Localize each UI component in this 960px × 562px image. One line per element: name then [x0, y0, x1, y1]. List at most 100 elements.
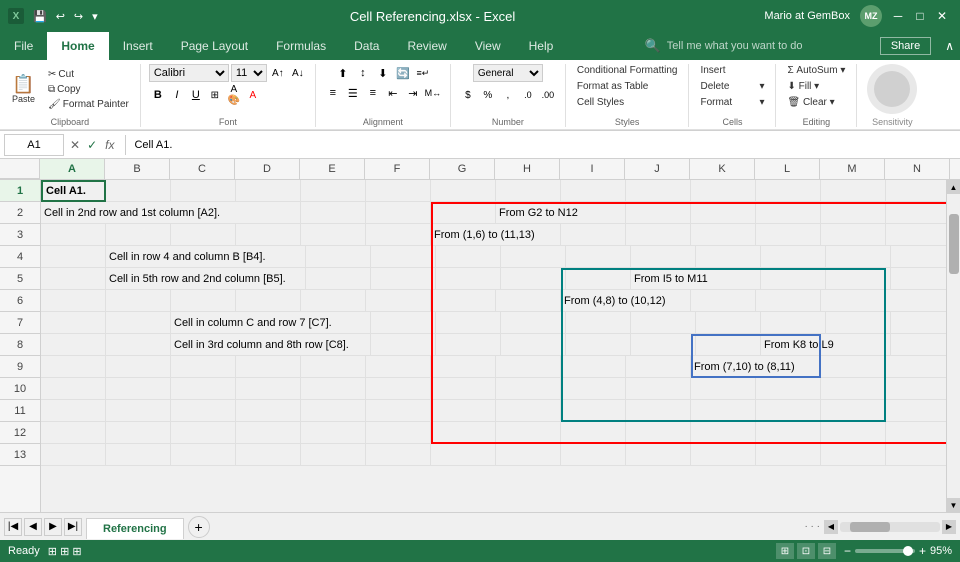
- cell-styles-btn[interactable]: Cell Styles: [574, 96, 627, 109]
- cell-E13[interactable]: [301, 444, 366, 466]
- cell-N3[interactable]: [886, 224, 946, 246]
- cell-M13[interactable]: [821, 444, 886, 466]
- format-painter-button[interactable]: 🖌 Format Painter: [45, 98, 132, 111]
- row-num-8[interactable]: 8: [0, 334, 40, 356]
- cell-B8[interactable]: [106, 334, 171, 356]
- col-header-G[interactable]: G: [430, 159, 495, 179]
- col-header-E[interactable]: E: [300, 159, 365, 179]
- cell-I5[interactable]: From I5 to M11: [631, 268, 761, 290]
- cell-J2[interactable]: [691, 202, 756, 224]
- cell-J1[interactable]: [626, 180, 691, 202]
- share-btn[interactable]: Share: [880, 37, 931, 55]
- row-num-2[interactable]: 2: [0, 202, 40, 224]
- undo-qat-btn[interactable]: ↩: [53, 8, 68, 25]
- cell-M11[interactable]: [821, 400, 886, 422]
- borders-btn[interactable]: ⊞: [206, 86, 224, 104]
- cell-E8[interactable]: [371, 334, 436, 356]
- cell-E10[interactable]: [301, 378, 366, 400]
- percent-btn[interactable]: %: [479, 86, 497, 104]
- h-scroll-right-btn[interactable]: ▶: [942, 520, 956, 534]
- cell-D3[interactable]: [236, 224, 301, 246]
- cell-G2[interactable]: From G2 to N12: [496, 202, 626, 224]
- tab-page-layout[interactable]: Page Layout: [167, 32, 262, 60]
- cell-I8[interactable]: [631, 334, 696, 356]
- zoom-in-btn[interactable]: +: [919, 544, 926, 558]
- cell-L4[interactable]: [826, 246, 891, 268]
- qat-dropdown-btn[interactable]: ▾: [89, 8, 101, 25]
- fill-btn[interactable]: ⬇ Fill ▾: [784, 80, 822, 93]
- cell-F13[interactable]: [366, 444, 431, 466]
- cell-C8[interactable]: Cell in 3rd column and 8th row [C8].: [171, 334, 371, 356]
- cell-M1[interactable]: [821, 180, 886, 202]
- increase-font-btn[interactable]: A↑: [269, 64, 287, 82]
- increase-decimal-btn[interactable]: .00: [539, 86, 557, 104]
- cell-K4[interactable]: [761, 246, 826, 268]
- cell-G5[interactable]: [501, 268, 566, 290]
- cell-I3[interactable]: [561, 224, 626, 246]
- cell-H4[interactable]: [566, 246, 631, 268]
- zoom-out-btn[interactable]: −: [844, 544, 851, 558]
- page-break-view-btn[interactable]: ⊟: [818, 543, 836, 559]
- cell-F10[interactable]: [366, 378, 431, 400]
- cell-G9[interactable]: [431, 356, 496, 378]
- cell-H5[interactable]: [566, 268, 631, 290]
- tab-formulas[interactable]: Formulas: [262, 32, 340, 60]
- tab-insert[interactable]: Insert: [109, 32, 167, 60]
- cell-G6[interactable]: [431, 290, 496, 312]
- row-num-5[interactable]: 5: [0, 268, 40, 290]
- cell-B9[interactable]: [106, 356, 171, 378]
- cell-L6[interactable]: [756, 290, 821, 312]
- cell-G12[interactable]: [431, 422, 496, 444]
- tab-review[interactable]: Review: [393, 32, 460, 60]
- cell-C9[interactable]: [171, 356, 236, 378]
- cell-N13[interactable]: [886, 444, 946, 466]
- cell-B6[interactable]: [106, 290, 171, 312]
- cell-H11[interactable]: [496, 400, 561, 422]
- h-scroll-track[interactable]: [840, 522, 940, 532]
- cell-E7[interactable]: [371, 312, 436, 334]
- col-header-M[interactable]: M: [820, 159, 885, 179]
- normal-view-btn[interactable]: ⊞: [776, 543, 794, 559]
- col-header-L[interactable]: L: [755, 159, 820, 179]
- cell-J11[interactable]: [626, 400, 691, 422]
- ribbon-collapse-btn[interactable]: ∧: [939, 32, 960, 60]
- cell-B4[interactable]: Cell in row 4 and column B [B4].: [106, 246, 306, 268]
- cell-L10[interactable]: [756, 378, 821, 400]
- cell-C1[interactable]: [171, 180, 236, 202]
- cell-C6[interactable]: [171, 290, 236, 312]
- close-btn[interactable]: ✕: [932, 6, 952, 26]
- col-header-N[interactable]: N: [885, 159, 950, 179]
- cell-C3[interactable]: [171, 224, 236, 246]
- cell-D10[interactable]: [236, 378, 301, 400]
- cell-A9[interactable]: [41, 356, 106, 378]
- cell-E6[interactable]: [301, 290, 366, 312]
- v-scroll-down-btn[interactable]: ▼: [947, 498, 960, 512]
- underline-btn[interactable]: U: [187, 86, 205, 104]
- cell-E1[interactable]: [301, 180, 366, 202]
- cell-B3[interactable]: [106, 224, 171, 246]
- h-scrollbar[interactable]: ◀ ▶: [824, 520, 956, 534]
- cell-A10[interactable]: [41, 378, 106, 400]
- cell-M6[interactable]: [821, 290, 886, 312]
- decrease-indent-btn[interactable]: ⇤: [384, 84, 402, 102]
- cell-G11[interactable]: [431, 400, 496, 422]
- h-scroll-left-btn[interactable]: ◀: [824, 520, 838, 534]
- cell-M9[interactable]: [821, 356, 886, 378]
- cell-L3[interactable]: [756, 224, 821, 246]
- v-scroll-up-btn[interactable]: ▲: [947, 180, 960, 194]
- cell-L5[interactable]: [826, 268, 891, 290]
- insert-btn[interactable]: Insert: [697, 64, 767, 77]
- cell-K7[interactable]: [761, 312, 826, 334]
- add-sheet-btn[interactable]: +: [188, 516, 210, 538]
- row-num-7[interactable]: 7: [0, 312, 40, 334]
- name-box[interactable]: [4, 134, 64, 156]
- cell-B11[interactable]: [106, 400, 171, 422]
- cell-D6[interactable]: [236, 290, 301, 312]
- cell-N11[interactable]: [886, 400, 946, 422]
- cell-H10[interactable]: [496, 378, 561, 400]
- cell-E2[interactable]: [366, 202, 431, 224]
- cell-A4[interactable]: [41, 246, 106, 268]
- maximize-btn[interactable]: □: [910, 6, 930, 26]
- cell-K5[interactable]: [761, 268, 826, 290]
- delete-btn[interactable]: Delete▾: [697, 80, 767, 93]
